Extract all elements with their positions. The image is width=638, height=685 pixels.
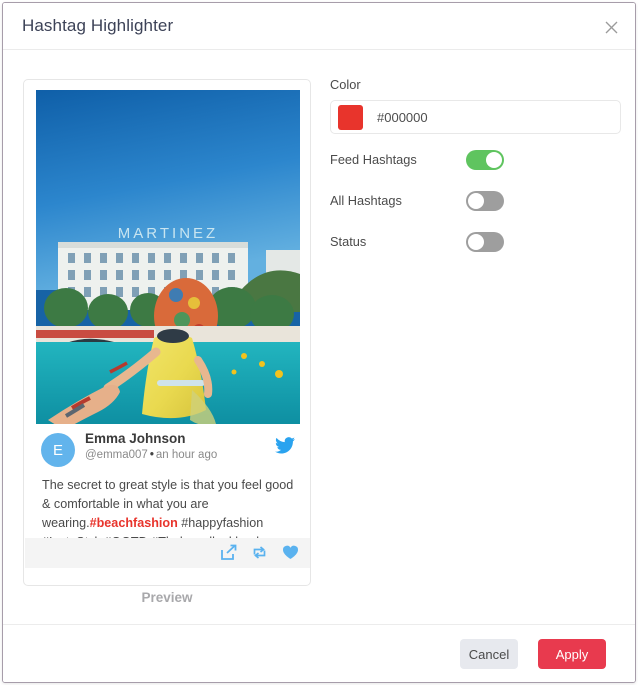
tweet-preview-card: MARTINEZ E Emma Johnson @emma007 • an ho… <box>23 79 311 586</box>
twitter-bird-icon <box>275 437 295 454</box>
color-value-input[interactable] <box>377 109 577 125</box>
tweet-author-name: Emma Johnson <box>85 431 186 446</box>
feed-hashtags-label: Feed Hashtags <box>330 152 417 167</box>
close-icon[interactable] <box>599 15 623 39</box>
color-field[interactable] <box>330 100 621 134</box>
setting-row-feed-hashtags: Feed Hashtags <box>330 144 623 175</box>
apply-button[interactable]: Apply <box>538 639 606 669</box>
setting-row-all-hashtags: All Hashtags <box>330 185 623 216</box>
tweet-handle: @emma007 <box>85 449 148 461</box>
tweet-meta: @emma007 • an hour ago <box>85 449 217 461</box>
tweet-action-bar <box>25 538 310 568</box>
preview-caption: Preview <box>141 590 193 605</box>
color-swatch[interactable] <box>338 104 363 130</box>
tweet-timestamp: an hour ago <box>155 449 218 461</box>
highlighted-hashtag: #beachfashion <box>89 515 178 530</box>
page-title: Hashtag Highlighter <box>22 16 174 35</box>
preview-panel: MARTINEZ E Emma Johnson @emma007 • an ho… <box>23 79 311 605</box>
all-hashtags-toggle[interactable] <box>466 190 504 211</box>
setting-row-status: Status <box>330 226 623 257</box>
dialog-footer: Cancel Apply <box>3 624 635 682</box>
share-icon[interactable] <box>220 544 237 561</box>
hashtag-highlighter-dialog: Hashtag Highlighter MARTINEZ E Emma John… <box>2 2 636 683</box>
tweet-photo: MARTINEZ <box>36 90 300 424</box>
status-label: Status <box>330 234 367 249</box>
tweet-actions <box>220 544 299 561</box>
cancel-button[interactable]: Cancel <box>460 639 518 669</box>
dialog-header: Hashtag Highlighter <box>3 3 635 50</box>
toggle-knob <box>468 233 484 250</box>
toggle-knob <box>468 192 484 209</box>
color-label: Color <box>330 77 361 92</box>
tweet-header: E Emma Johnson @emma007 • an hour ago <box>41 431 295 473</box>
all-hashtags-label: All Hashtags <box>330 193 402 208</box>
heart-icon[interactable] <box>282 544 299 561</box>
svg-text:MARTINEZ: MARTINEZ <box>118 225 218 242</box>
avatar: E <box>41 433 75 467</box>
status-toggle[interactable] <box>466 231 504 252</box>
settings-panel: Color Feed Hashtags All Hashtags Status <box>330 77 623 257</box>
retweet-icon[interactable] <box>251 544 268 561</box>
meta-separator: • <box>149 449 154 461</box>
feed-hashtags-toggle[interactable] <box>466 149 504 170</box>
toggle-knob <box>486 151 502 168</box>
